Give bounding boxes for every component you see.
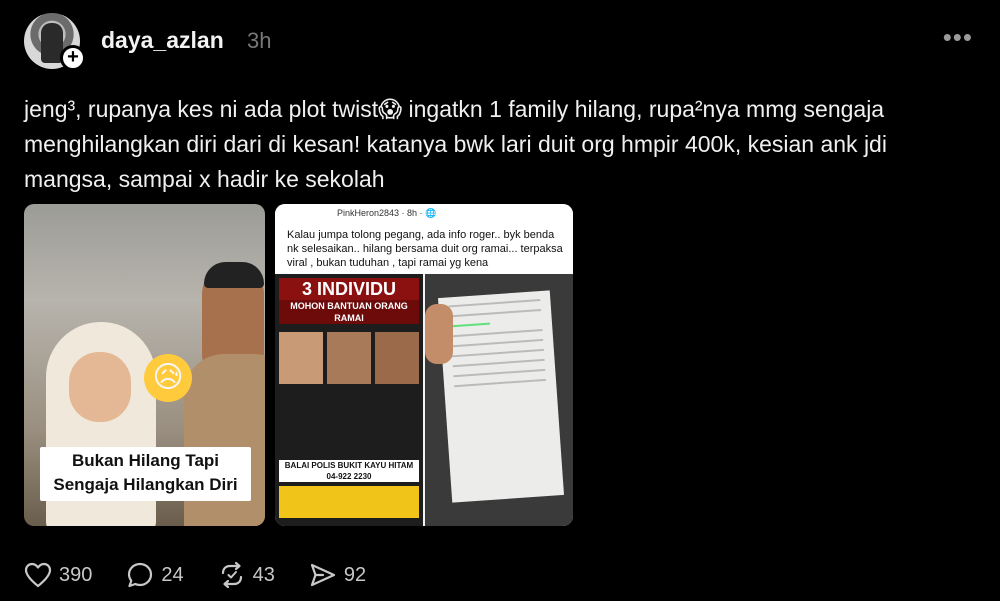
username[interactable]: daya_azlan bbox=[101, 27, 224, 54]
image-caption: Bukan Hilang Tapi Sengaja Hilangkan Diri bbox=[40, 447, 251, 501]
comment-count: 24 bbox=[161, 563, 184, 586]
letter-line bbox=[454, 378, 547, 388]
embedded-fb-text: Kalau jumpa tolong pegang, ada info roge… bbox=[287, 229, 563, 269]
letter-line bbox=[448, 299, 541, 308]
hand-holding-letter bbox=[425, 304, 453, 364]
photo-man-hair bbox=[204, 262, 264, 288]
missing-poster: 3 INDIVIDU HILANG MOHON BANTUAN ORANG RA… bbox=[275, 274, 423, 526]
letter-line bbox=[450, 328, 543, 338]
photo-woman-face bbox=[69, 352, 131, 422]
share-count: 92 bbox=[343, 563, 367, 586]
share-button[interactable]: 92 bbox=[309, 561, 366, 589]
letter-line bbox=[449, 308, 542, 318]
letter-highlight bbox=[449, 322, 490, 328]
comment-icon bbox=[128, 562, 153, 588]
image-caption-line2: Sengaja Hilangkan Diri bbox=[53, 475, 238, 494]
repost-count: 43 bbox=[252, 563, 275, 586]
post-image-2[interactable]: PinkHeron2843 · 8h · 🌐 Kalau jumpa tolon… bbox=[275, 204, 573, 526]
more-options-icon[interactable]: ••• bbox=[943, 24, 973, 50]
embedded-fb-post: PinkHeron2843 · 8h · 🌐 Kalau jumpa tolon… bbox=[275, 204, 573, 274]
poster-face-3 bbox=[375, 332, 419, 384]
action-bar: 390 24 43 92 bbox=[24, 561, 400, 589]
letter-line bbox=[452, 358, 545, 368]
repost-button[interactable]: 43 bbox=[218, 561, 275, 589]
send-icon bbox=[310, 563, 335, 587]
crying-face-emoji-icon: 😥 bbox=[144, 354, 192, 402]
poster-faces bbox=[279, 332, 419, 384]
poster-subtitle: MOHON BANTUAN ORANG RAMAI bbox=[279, 300, 419, 324]
like-count: 390 bbox=[59, 563, 93, 586]
heart-icon bbox=[24, 562, 52, 588]
poster-face-1 bbox=[279, 332, 323, 384]
poster-yellow-banner bbox=[279, 486, 419, 518]
poster-face-2 bbox=[327, 332, 371, 384]
embedded-fb-username: PinkHeron2843 · 8h · 🌐 bbox=[337, 208, 437, 218]
like-button[interactable]: 390 bbox=[24, 562, 92, 588]
poster-contact: BALAI POLIS BUKIT KAYU HITAM 04-922 2230 bbox=[279, 460, 419, 482]
comment-button[interactable]: 24 bbox=[126, 561, 184, 589]
image-caption-line1: Bukan Hilang Tapi bbox=[71, 451, 220, 470]
post-text: jeng³, rupanya kes ni ada plot twist😱 in… bbox=[24, 96, 887, 192]
post-image-1[interactable]: 😥 Bukan Hilang Tapi Sengaja Hilangkan Di… bbox=[24, 204, 265, 526]
repost-icon bbox=[221, 561, 242, 589]
letter-line bbox=[453, 368, 546, 378]
avatar-container[interactable]: + bbox=[24, 13, 86, 71]
post-timestamp: 3h bbox=[247, 28, 272, 53]
follow-plus-icon[interactable]: + bbox=[60, 45, 86, 71]
police-letter bbox=[437, 290, 565, 503]
thread-post: + daya_azlan 3h ••• jeng³, rupanya kes n… bbox=[0, 0, 1000, 601]
letter-line bbox=[452, 348, 544, 358]
letter-line bbox=[451, 338, 544, 348]
